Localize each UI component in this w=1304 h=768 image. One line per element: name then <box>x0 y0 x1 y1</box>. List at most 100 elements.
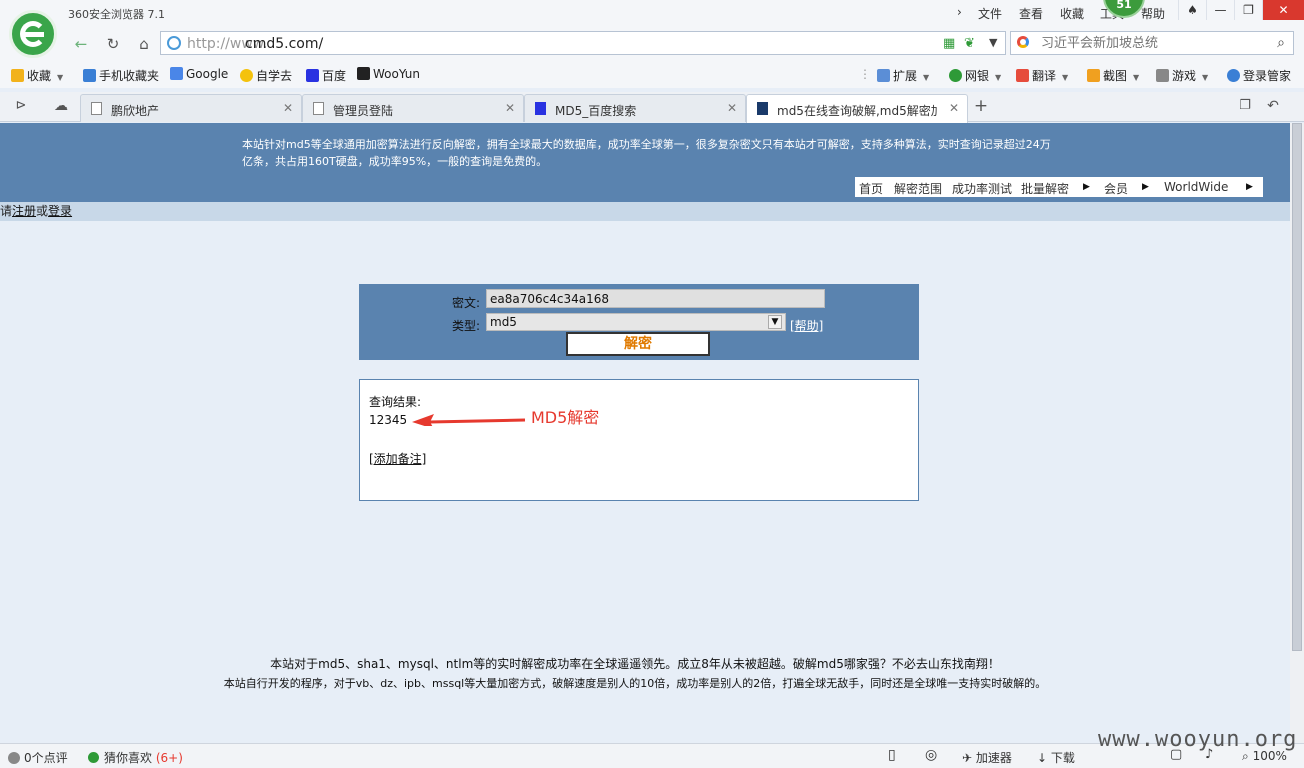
add-note-link[interactable]: [添加备注] <box>369 450 426 467</box>
sidebar-toggle-icon[interactable]: ⊳ <box>10 95 32 117</box>
url-host: cmd5.com/ <box>245 36 324 52</box>
menu-help[interactable]: 帮助 <box>1141 5 1165 22</box>
nav-batch-decrypt[interactable]: 批量解密 <box>1021 180 1069 197</box>
new-tab-icon[interactable]: + <box>970 95 992 117</box>
toolbar-games[interactable]: 游戏 ▼ <box>1156 67 1208 84</box>
toolbar-label: 登录管家 <box>1243 69 1292 83</box>
close-tab-icon[interactable]: ✕ <box>283 101 293 115</box>
tab-list-icon[interactable]: ❐ <box>1234 95 1256 117</box>
chevron-right-icon[interactable]: › <box>957 5 962 19</box>
bookmark-baidu[interactable]: 百度 <box>306 67 346 84</box>
chevron-down-icon[interactable]: ▼ <box>768 315 782 329</box>
skin-icon[interactable]: ♠ <box>1178 0 1206 20</box>
speed-icon[interactable]: ◎ <box>925 747 937 763</box>
login-link[interactable]: 登录 <box>48 204 72 218</box>
nav-worldwide[interactable]: WorldWide <box>1164 180 1228 194</box>
site-nav: 首页 解密范围 成功率测试 批量解密 ▶ 会员 ▶ WorldWide ▶ <box>855 177 1263 197</box>
menu-favorites[interactable]: 收藏 <box>1060 5 1084 22</box>
bookmark-google[interactable]: Google <box>170 67 228 81</box>
search-icon[interactable]: ⌕ <box>1277 35 1285 51</box>
toolbar-bank[interactable]: 网银 ▼ <box>949 67 1001 84</box>
bookmark-wooyun[interactable]: WooYun <box>357 67 420 81</box>
toolbar-translate[interactable]: 翻译 ▼ <box>1016 67 1068 84</box>
site-header: 本站针对md5等全球通用加密算法进行反向解密，拥有全球最大的数据库，成功率全球第… <box>0 123 1290 202</box>
tab-pengxin[interactable]: 鹏欣地产 ✕ <box>80 94 302 122</box>
type-select[interactable]: md5 ▼ <box>486 313 786 331</box>
comments-status[interactable]: 0个点评 <box>8 749 68 766</box>
toolbar-label: 截图 <box>1103 69 1128 83</box>
star-icon <box>11 69 24 82</box>
search-box[interactable]: ⌕ <box>1010 31 1294 55</box>
qrcode-icon[interactable]: ▦ <box>943 36 955 51</box>
address-bar[interactable]: http://www. cmd5.com/ ▦ ❦ ▼ <box>160 31 1006 55</box>
tab-cmd5[interactable]: md5在线查询破解,md5解密加密 ✕ <box>746 94 968 123</box>
maximize-button[interactable]: ❐ <box>1234 0 1262 20</box>
guess-status[interactable]: 猜你喜欢 (6+) <box>88 749 183 766</box>
page-content: 本站针对md5等全球通用加密算法进行反向解密，拥有全球最大的数据库，成功率全球第… <box>0 123 1290 743</box>
separator-dots: ⋮ <box>859 67 871 81</box>
result-panel: 查询结果: 12345 MD5解密 [添加备注] <box>359 379 919 501</box>
home-icon[interactable]: ⌂ <box>133 33 155 55</box>
toolbar-screenshot[interactable]: 截图 ▼ <box>1087 67 1139 84</box>
browser-logo-icon <box>9 10 57 58</box>
toolbar-login-manager[interactable]: 登录管家 <box>1227 67 1291 84</box>
close-tab-icon[interactable]: ✕ <box>505 101 515 115</box>
bookmark-zixuequ[interactable]: 自学去 <box>240 67 292 84</box>
shield-icon <box>949 69 962 82</box>
search-engine-icon[interactable] <box>1017 36 1029 48</box>
close-tab-icon[interactable]: ✕ <box>949 101 959 115</box>
bookmark-favorites[interactable]: 收藏 ▼ <box>11 67 63 84</box>
type-label: 类型: <box>452 319 481 333</box>
nav-home[interactable]: 首页 <box>859 180 883 197</box>
type-value: md5 <box>490 315 517 329</box>
undo-close-icon[interactable]: ↶ <box>1262 95 1284 117</box>
nav-member[interactable]: 会员 <box>1104 180 1128 197</box>
help-link[interactable]: [帮助] <box>790 317 823 334</box>
tab-md5-baidu[interactable]: MD5_百度搜索 ✕ <box>524 94 746 122</box>
back-icon[interactable]: ← <box>70 33 92 55</box>
download-status[interactable]: ↓ 下载 <box>1037 749 1075 766</box>
refresh-icon[interactable]: ↻ <box>102 33 124 55</box>
annotation-label: MD5解密 <box>531 408 600 427</box>
nav-success-test[interactable]: 成功率测试 <box>952 180 1012 197</box>
tab-title: 鹏欣地产 <box>111 104 160 118</box>
chevron-down-icon[interactable]: ▼ <box>989 36 997 49</box>
menu-file[interactable]: 文件 <box>978 5 1002 22</box>
vertical-scrollbar[interactable] <box>1290 123 1304 743</box>
accelerator-status[interactable]: ✈ 加速器 <box>962 749 1012 766</box>
login-bar: 请注册或登录 <box>0 202 1290 221</box>
close-tab-icon[interactable]: ✕ <box>727 101 737 115</box>
caret-down-icon: ▼ <box>1062 73 1069 82</box>
title-bar: 360安全浏览器 7.1 › 文件 查看 收藏 工具 帮助 51 ♠ — ❐ ✕ <box>0 0 1304 27</box>
tab-title: md5在线查询破解,md5解密加密 <box>777 104 937 118</box>
phone-icon <box>83 69 96 82</box>
minimize-button[interactable]: — <box>1206 0 1234 20</box>
triangle-right-icon: ▶ <box>1142 182 1149 192</box>
bookmark-mobile[interactable]: 手机收藏夹 <box>83 67 159 84</box>
close-button[interactable]: ✕ <box>1262 0 1304 20</box>
cmd5-icon <box>757 102 768 115</box>
mobile-icon[interactable]: ▯ <box>888 747 896 763</box>
caret-down-icon: ▼ <box>1133 73 1140 82</box>
caret-down-icon: ▼ <box>1202 73 1209 82</box>
leaf-icon[interactable]: ❦ <box>964 36 975 51</box>
toolbar-label: 游戏 <box>1172 69 1197 83</box>
search-input[interactable] <box>1041 34 1261 52</box>
bookmark-label: 百度 <box>322 69 347 83</box>
toolbar-extensions[interactable]: 扩展 ▼ <box>877 67 929 84</box>
footer-line-2: 本站自行开发的程序，对于vb、dz、ipb、mssql等大量加密方式，破解速度是… <box>223 677 1047 690</box>
site-intro: 本站针对md5等全球通用加密算法进行反向解密，拥有全球最大的数据库，成功率全球第… <box>242 138 1051 168</box>
register-link[interactable]: 注册 <box>12 204 36 218</box>
download-icon: ↓ <box>1037 751 1048 765</box>
scissors-icon <box>1087 69 1100 82</box>
cloud-icon[interactable]: ☁ <box>50 95 72 117</box>
decrypt-button[interactable]: 解密 <box>566 332 710 356</box>
scrollbar-thumb[interactable] <box>1292 123 1302 651</box>
rocket-icon: ✈ <box>962 751 973 765</box>
tab-admin-login[interactable]: 管理员登陆 ✕ <box>302 94 524 122</box>
cipher-label: 密文: <box>452 296 481 310</box>
guess-label: 猜你喜欢 <box>104 751 153 765</box>
nav-decrypt-range[interactable]: 解密范围 <box>894 180 942 197</box>
cipher-input[interactable] <box>486 289 825 308</box>
menu-view[interactable]: 查看 <box>1019 5 1043 22</box>
